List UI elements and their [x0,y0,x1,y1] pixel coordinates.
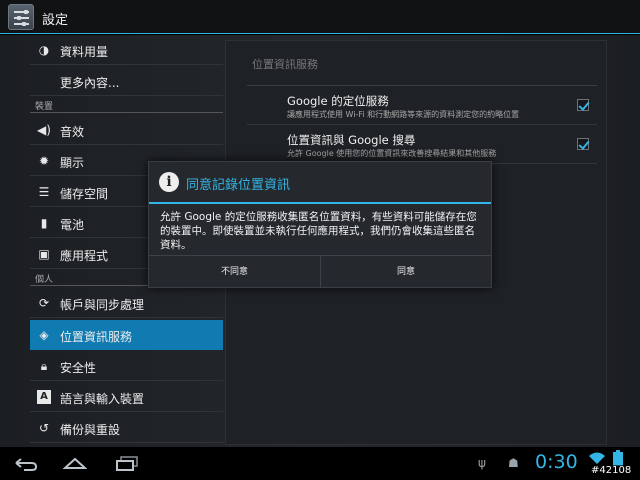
location-google-search-option[interactable]: 位置資訊與 Google 搜尋 允許 Google 使用您的位置資訊來改善搜尋結… [247,126,597,164]
sidebar-item-location[interactable]: ◈ 位置資訊服務 [30,320,223,350]
sidebar-item-language[interactable]: A 語言與輸入裝置 [30,382,223,412]
action-bar: 設定 [0,0,640,34]
sidebar-item-label: 電池 [60,218,85,232]
sidebar-item-label: 位置資訊服務 [60,330,133,344]
section-title: 位置資訊服務 [252,58,318,71]
sidebar-item-security[interactable]: 🔒︎ 安全性 [30,351,223,381]
dialog-message: 允許 Google 的定位服務收集匿名位置資料，有些資料可能儲存在您的裝置中。即… [160,211,477,251]
sidebar-item-label: 音效 [60,125,85,139]
back-icon[interactable] [14,457,38,471]
sidebar-item-label: 安全性 [60,361,97,375]
sidebar-item-label: 更多內容... [60,76,120,90]
recents-icon[interactable] [115,456,139,472]
sync-icon: ⟳ [38,296,50,310]
sidebar-item-data-usage[interactable]: ◑ 資料用量 [30,35,223,65]
option-summary: 讓應用程式使用 Wi-Fi 和行動網路等來源的資料測定您的約略位置 [287,110,520,119]
sidebar-item-sound[interactable]: ◀) 音效 [30,115,223,145]
image-badge: #42108 [589,465,634,476]
divider [247,85,597,86]
sidebar-item-label: 語言與輸入裝置 [60,392,145,406]
backup-icon: ↺ [38,421,50,435]
accept-button[interactable]: 同意 [320,256,491,288]
brightness-icon: ✹ [38,154,50,168]
battery-icon: ▮ [40,216,48,230]
dialog-title: 同意記錄位置資訊 [186,178,291,193]
location-icon: ◈ [39,328,49,342]
location-consent-dialog: i 同意記錄位置資訊 允許 Google 的定位服務收集匿名位置資料，有些資料可… [148,161,492,288]
clock[interactable]: 0:30 [535,451,578,473]
sidebar-item-label: 應用程式 [60,249,109,263]
system-bar: ψ ☗ 0:30 [0,447,640,480]
google-location-checkbox[interactable] [577,99,589,111]
android-debug-icon: ☗ [508,456,519,470]
sidebar-item-label: 備份與重設 [60,423,121,437]
option-summary: 允許 Google 使用您的位置資訊來改善搜尋結果和其他服務 [287,149,497,158]
volume-icon: ◀) [37,123,51,137]
sidebar-item-label: 帳戶與同步處理 [60,298,145,312]
dialog-buttons: 不同意 同意 [149,255,491,288]
sidebar-item-label: 資料用量 [60,45,109,59]
section-header-device: 裝置 [30,97,223,113]
battery-status-icon [613,450,623,466]
google-location-option[interactable]: Google 的定位服務 讓應用程式使用 Wi-Fi 和行動網路等來源的資料測定… [247,87,597,125]
dialog-header: i 同意記錄位置資訊 [149,162,491,204]
sidebar-item-label: 顯示 [60,156,85,170]
app-title: 設定 [42,13,69,28]
option-title: Google 的定位服務 [287,94,389,108]
apps-icon: ▣ [38,247,50,261]
lock-icon: 🔒︎ [40,359,48,373]
info-icon: i [159,172,179,192]
language-icon: A [37,390,51,404]
wifi-icon [589,452,605,464]
home-icon[interactable] [63,456,87,470]
usb-icon: ψ [478,456,486,470]
sidebar-item-accounts-sync[interactable]: ⟳ 帳戶與同步處理 [30,288,223,318]
settings-app-icon[interactable] [8,4,34,30]
sidebar-item-more[interactable]: 更多內容... [30,66,223,96]
decline-button[interactable]: 不同意 [149,256,320,288]
location-search-checkbox[interactable] [577,138,589,150]
data-usage-icon: ◑ [38,43,50,57]
sidebar-item-label: 儲存空間 [60,187,109,201]
sidebar-item-backup[interactable]: ↺ 備份與重設 [30,413,223,443]
option-title: 位置資訊與 Google 搜尋 [287,133,416,147]
storage-icon: ☰ [38,185,50,199]
